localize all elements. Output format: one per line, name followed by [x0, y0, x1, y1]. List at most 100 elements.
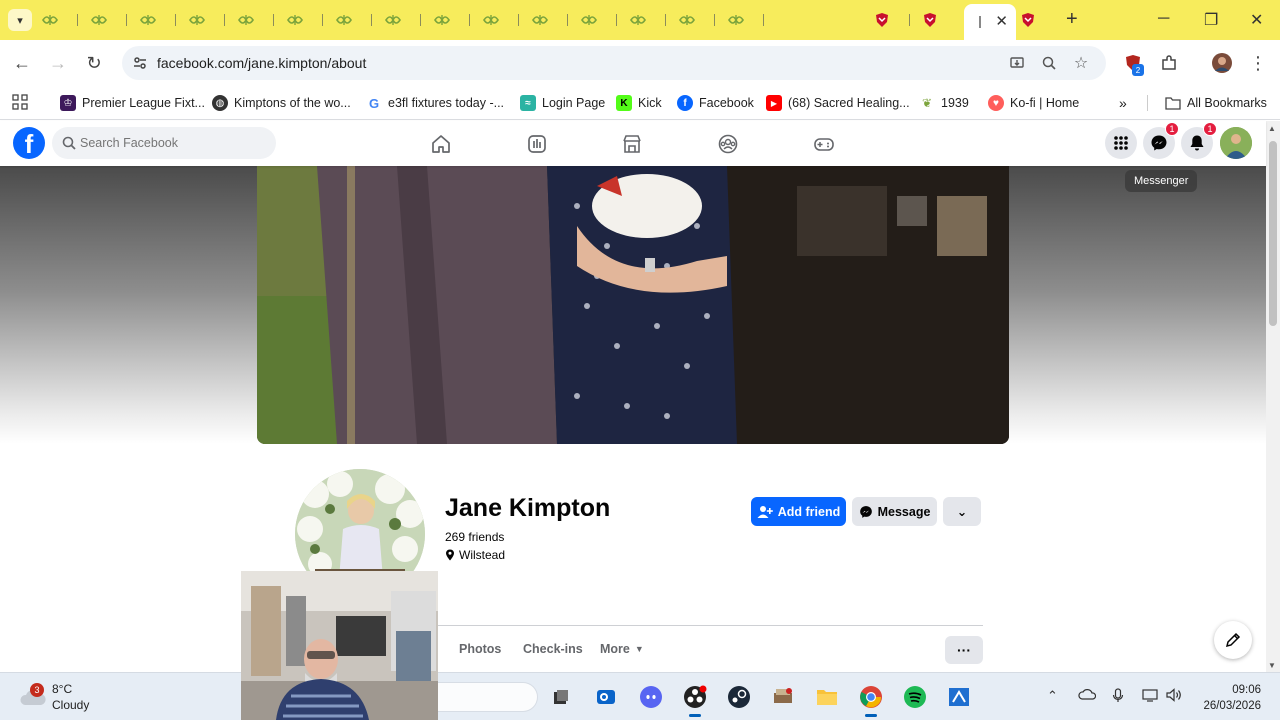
tray-overflow-chevron-icon[interactable]: ⌃ [1047, 688, 1058, 704]
bookmark-premier-league[interactable]: ♔ Premier League Fixt... [60, 93, 205, 113]
weather-widget[interactable]: 3 8°C Cloudy [18, 681, 89, 713]
browser-tab[interactable] [383, 8, 425, 32]
new-message-button[interactable] [1214, 621, 1252, 659]
facebook-search-box[interactable] [52, 127, 276, 159]
clock-date: 26/03/2026 [1203, 700, 1261, 712]
browser-tab[interactable] [40, 8, 82, 32]
system-clock[interactable]: 09:06 26/03/2026 [1195, 682, 1261, 714]
bookmark-e3fl[interactable]: G e3fl fixtures today -... [366, 93, 504, 113]
bookmark-kimptons[interactable]: ◍ Kimptons of the wo... [212, 93, 351, 113]
browser-tab[interactable] [726, 8, 768, 32]
ancestry-favicon-icon [530, 12, 550, 28]
extension-shield-icon[interactable]: 2 [1122, 52, 1144, 76]
restore-window-icon[interactable]: ❐ [1204, 10, 1218, 30]
obs-icon[interactable] [681, 683, 709, 717]
outlook-icon[interactable] [592, 683, 620, 711]
zoom-icon[interactable] [1040, 54, 1058, 72]
scroll-down-arrow-icon[interactable]: ▼ [1268, 661, 1276, 670]
scrollbar-thumb[interactable] [1269, 141, 1277, 326]
install-app-icon[interactable] [1008, 54, 1026, 72]
steam-icon[interactable] [725, 683, 753, 711]
browser-tab[interactable] [1018, 8, 1060, 32]
cover-photo[interactable] [257, 166, 1009, 444]
browser-tab-active[interactable]: ✕ [964, 4, 1016, 40]
browser-tab[interactable] [236, 8, 278, 32]
close-window-icon[interactable]: ✕ [1250, 10, 1263, 30]
network-icon[interactable] [1142, 688, 1158, 705]
bookmark-star-icon[interactable]: ☆ [1072, 54, 1090, 72]
gaming-icon[interactable] [812, 132, 836, 156]
tab-search-button[interactable]: ▾ [8, 9, 32, 31]
add-friend-button[interactable]: Add friend [751, 497, 846, 526]
browser-tab[interactable] [920, 8, 962, 32]
message-button[interactable]: Message [852, 497, 937, 526]
browser-tab[interactable] [628, 8, 670, 32]
bookmark-kofi[interactable]: ♥ Ko-fi | Home [988, 93, 1079, 113]
browser-tab[interactable] [89, 8, 131, 32]
browser-tab[interactable] [677, 8, 719, 32]
video-feed-icon[interactable] [525, 132, 549, 156]
tab-photos[interactable]: Photos [459, 642, 501, 656]
game-app-icon[interactable] [769, 683, 797, 711]
browser-tab[interactable] [872, 8, 914, 32]
url-text[interactable]: facebook.com/jane.kimpton/about [157, 55, 366, 71]
friends-count[interactable]: 269 friends [445, 530, 504, 544]
minimize-window-icon[interactable]: ─ [1158, 10, 1169, 28]
ancestry-favicon-icon [89, 12, 109, 28]
reload-icon[interactable]: ↻ [83, 52, 105, 74]
browser-tab[interactable] [187, 8, 229, 32]
apps-grid-icon[interactable] [9, 91, 31, 113]
back-arrow-icon[interactable]: ← [11, 52, 33, 74]
new-tab-button[interactable]: + [1066, 9, 1078, 29]
tab-more[interactable]: More ▼ [600, 642, 644, 656]
account-avatar[interactable] [1220, 127, 1252, 159]
bookmark-sacred-healing[interactable]: ▶ (68) Sacred Healing... [766, 93, 910, 113]
discord-icon[interactable] [637, 683, 665, 711]
forward-arrow-icon[interactable]: → [47, 52, 69, 74]
close-tab-icon[interactable]: ✕ [995, 12, 1008, 30]
microphone-icon[interactable] [1112, 688, 1124, 707]
onedrive-cloud-icon[interactable] [1078, 688, 1097, 703]
home-icon[interactable] [429, 132, 453, 156]
marketplace-icon[interactable] [620, 132, 644, 156]
volume-icon[interactable] [1166, 688, 1182, 705]
remote-desktop-icon[interactable] [945, 683, 973, 711]
facebook-logo-icon[interactable]: f [13, 127, 45, 159]
more-actions-button[interactable]: ⌄ [943, 497, 981, 526]
tab-check-ins[interactable]: Check-ins [523, 642, 583, 656]
page-scrollbar[interactable]: ▲ ▼ [1266, 121, 1280, 672]
address-bar[interactable]: facebook.com/jane.kimpton/about ☆ [122, 46, 1106, 80]
notifications-button[interactable]: 1 [1181, 122, 1217, 159]
browser-tab[interactable] [285, 8, 327, 32]
profile-avatar-icon[interactable] [1211, 52, 1233, 74]
bookmark-label: (68) Sacred Healing... [788, 96, 910, 110]
taskbar-search-box[interactable] [438, 682, 538, 712]
ancestry-favicon-icon [138, 12, 158, 28]
browser-tab[interactable] [138, 8, 180, 32]
bookmark-1939[interactable]: ❦ 1939 [919, 93, 969, 113]
groups-icon[interactable] [716, 132, 740, 156]
search-input[interactable] [80, 127, 270, 159]
browser-tab[interactable] [579, 8, 621, 32]
file-explorer-icon[interactable] [813, 683, 841, 711]
extensions-puzzle-icon[interactable] [1158, 52, 1180, 74]
bookmark-kick[interactable]: K Kick [616, 93, 662, 113]
more-bookmarks-chevron-icon[interactable]: » [1119, 93, 1127, 113]
chrome-icon[interactable] [857, 683, 885, 717]
chrome-menu-icon[interactable]: ⋮ [1247, 52, 1269, 74]
browser-tab[interactable] [432, 8, 474, 32]
browser-tab[interactable] [530, 8, 572, 32]
browser-tab[interactable] [481, 8, 523, 32]
browser-tab[interactable] [334, 8, 376, 32]
site-settings-icon[interactable] [130, 53, 150, 73]
all-bookmarks-button[interactable]: All Bookmarks [1165, 93, 1267, 113]
spotify-icon[interactable] [901, 683, 929, 711]
menu-grid-button[interactable] [1105, 127, 1137, 159]
profile-tabs-more-button[interactable]: ··· [945, 636, 983, 664]
bookmark-facebook[interactable]: f Facebook [677, 93, 754, 113]
task-view-icon[interactable] [547, 683, 575, 711]
scroll-up-arrow-icon[interactable]: ▲ [1268, 124, 1276, 133]
messenger-button[interactable]: 1 [1143, 122, 1179, 159]
menu-grid-icon [1114, 136, 1128, 150]
bookmark-login-page[interactable]: ≈ Login Page [520, 93, 605, 113]
